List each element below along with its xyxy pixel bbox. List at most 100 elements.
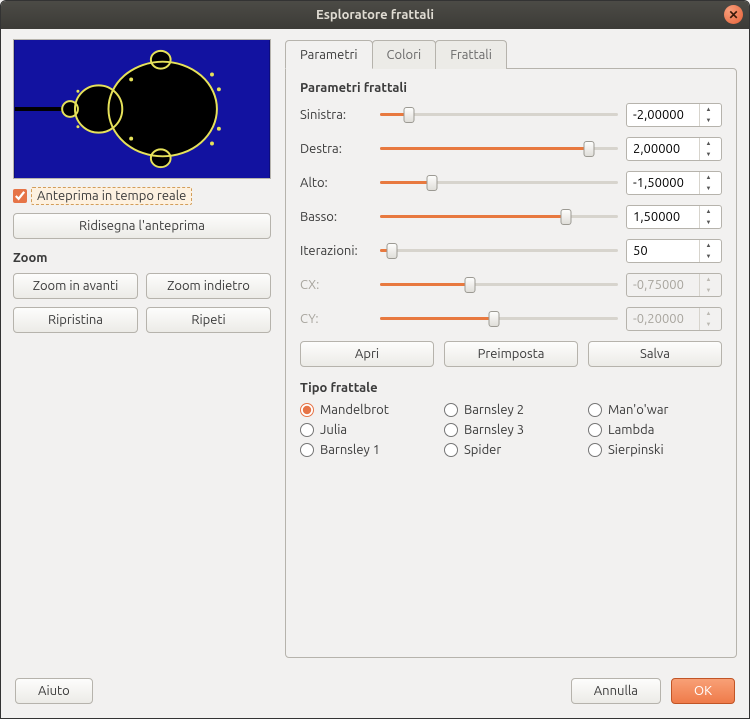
param-label-alto: Alto: [300, 176, 372, 190]
spin-input-sinistra[interactable] [627, 104, 699, 126]
spin-up-basso[interactable]: ▲ [700, 206, 717, 217]
fractal-option-barnsley-3[interactable]: Barnsley 3 [444, 423, 578, 437]
param-label-cx: CX: [300, 278, 372, 292]
radio-input[interactable] [588, 403, 602, 417]
radio-label: Barnsley 2 [464, 403, 524, 417]
open-button[interactable]: Apri [300, 341, 434, 367]
spin-up-alto[interactable]: ▲ [700, 172, 717, 183]
spin-input-destra[interactable] [627, 138, 699, 160]
spin-iter[interactable]: ▲▼ [626, 239, 722, 263]
fractal-option-sierpinski[interactable]: Sierpinski [588, 443, 722, 457]
zoom-reset-button[interactable]: Ripristina [13, 307, 138, 333]
spin-down-sinistra[interactable]: ▼ [700, 115, 717, 126]
realtime-checkbox[interactable] [13, 189, 27, 203]
footer: Aiuto Annulla OK [1, 668, 749, 718]
spin-up-sinistra[interactable]: ▲ [700, 104, 717, 115]
tab-parametri[interactable]: Parametri [285, 40, 373, 69]
radio-label: Barnsley 3 [464, 423, 524, 437]
tab-panel-parametri: Parametri frattali Sinistra:▲▼Destra:▲▼A… [285, 68, 737, 658]
slider-thumb-cy [489, 311, 500, 327]
spin-input-basso[interactable] [627, 206, 699, 228]
cancel-button[interactable]: Annulla [571, 678, 661, 704]
tab-frattali[interactable]: Frattali [435, 40, 507, 69]
radio-input[interactable] [444, 443, 458, 457]
spin-input-cx [627, 274, 699, 296]
zoom-out-button[interactable]: Zoom indietro [146, 273, 271, 299]
zoom-title: Zoom [13, 251, 271, 265]
spin-up-destra[interactable]: ▲ [700, 138, 717, 149]
spin-up-cx: ▲ [700, 274, 717, 285]
fractal-option-mandelbrot[interactable]: Mandelbrot [300, 403, 434, 417]
fractal-option-barnsley-1[interactable]: Barnsley 1 [300, 443, 434, 457]
slider-thumb-sinistra[interactable] [403, 107, 414, 123]
spin-down-basso[interactable]: ▼ [700, 217, 717, 228]
radio-input[interactable] [444, 423, 458, 437]
param-row-cx: CX: ▲▼ [300, 273, 722, 297]
slider-thumb-destra[interactable] [584, 141, 595, 157]
fractal-option-julia[interactable]: Julia [300, 423, 434, 437]
spin-destra[interactable]: ▲▼ [626, 137, 722, 161]
window: Esploratore frattali ✕ [0, 0, 750, 719]
zoom-redo-button[interactable]: Ripeti [146, 307, 271, 333]
preset-button[interactable]: Preimposta [444, 341, 578, 367]
left-column: Anteprima in tempo reale Ridisegna l'ant… [13, 39, 271, 658]
spin-down-alto[interactable]: ▼ [700, 183, 717, 194]
param-row-sinistra: Sinistra: ▲▼ [300, 103, 722, 127]
spin-basso[interactable]: ▲▼ [626, 205, 722, 229]
fractal-type-grid: Mandelbrot Barnsley 2 Man'o'war Julia Barnsl… [300, 403, 722, 457]
save-button[interactable]: Salva [588, 341, 722, 367]
help-button[interactable]: Aiuto [15, 678, 93, 704]
param-label-sinistra: Sinistra: [300, 108, 372, 122]
slider-basso[interactable] [380, 209, 618, 225]
realtime-label[interactable]: Anteprima in tempo reale [31, 187, 192, 205]
spin-down-cx: ▼ [700, 285, 717, 296]
fractal-option-lambda[interactable]: Lambda [588, 423, 722, 437]
slider-thumb-basso[interactable] [560, 209, 571, 225]
tab-colori[interactable]: Colori [372, 40, 437, 69]
ok-button[interactable]: OK [671, 678, 735, 704]
titlebar: Esploratore frattali ✕ [1, 1, 749, 29]
fractal-type-title: Tipo frattale [300, 381, 722, 395]
param-row-cy: CY:▲▼ [300, 307, 722, 331]
fractal-option-barnsley-2[interactable]: Barnsley 2 [444, 403, 578, 417]
slider-thumb-iter[interactable] [386, 243, 397, 259]
param-label-basso: Basso: [300, 210, 372, 224]
spin-sinistra[interactable]: ▲▼ [626, 103, 722, 127]
radio-input[interactable] [300, 423, 314, 437]
param-row-alto: Alto: ▲▼ [300, 171, 722, 195]
close-icon[interactable]: ✕ [724, 5, 743, 24]
slider-sinistra[interactable] [380, 107, 618, 123]
spin-down-cy: ▼ [700, 319, 717, 330]
redraw-button[interactable]: Ridisegna l'anteprima [13, 213, 271, 239]
param-label-cy: CY: [300, 312, 372, 326]
spin-cx: ▲▼ [626, 273, 722, 297]
fractal-option-spider[interactable]: Spider [444, 443, 578, 457]
spin-input-alto[interactable] [627, 172, 699, 194]
spin-input-cy [627, 308, 699, 330]
param-label-iter: Iterazioni: [300, 244, 372, 258]
content: Anteprima in tempo reale Ridisegna l'ant… [1, 29, 749, 668]
slider-thumb-alto[interactable] [427, 175, 438, 191]
footer-right: Annulla OK [571, 678, 735, 704]
slider-cy [380, 311, 618, 327]
window-title: Esploratore frattali [316, 8, 434, 22]
spin-alto[interactable]: ▲▼ [626, 171, 722, 195]
radio-input[interactable] [588, 423, 602, 437]
slider-iter[interactable] [380, 243, 618, 259]
param-row-basso: Basso: ▲▼ [300, 205, 722, 229]
fractal-preview[interactable] [13, 39, 271, 179]
zoom-grid: Zoom in avanti Zoom indietro Ripristina … [13, 273, 271, 333]
right-column: Parametri Colori Frattali Parametri frat… [285, 39, 737, 658]
radio-input[interactable] [444, 403, 458, 417]
slider-destra[interactable] [380, 141, 618, 157]
spin-down-destra[interactable]: ▼ [700, 149, 717, 160]
spin-down-iter[interactable]: ▼ [700, 251, 717, 262]
fractal-option-man-o-war[interactable]: Man'o'war [588, 403, 722, 417]
slider-alto[interactable] [380, 175, 618, 191]
radio-input[interactable] [300, 443, 314, 457]
spin-input-iter[interactable] [627, 240, 699, 262]
radio-input[interactable] [588, 443, 602, 457]
zoom-in-button[interactable]: Zoom in avanti [13, 273, 138, 299]
radio-input[interactable] [300, 403, 314, 417]
spin-up-iter[interactable]: ▲ [700, 240, 717, 251]
